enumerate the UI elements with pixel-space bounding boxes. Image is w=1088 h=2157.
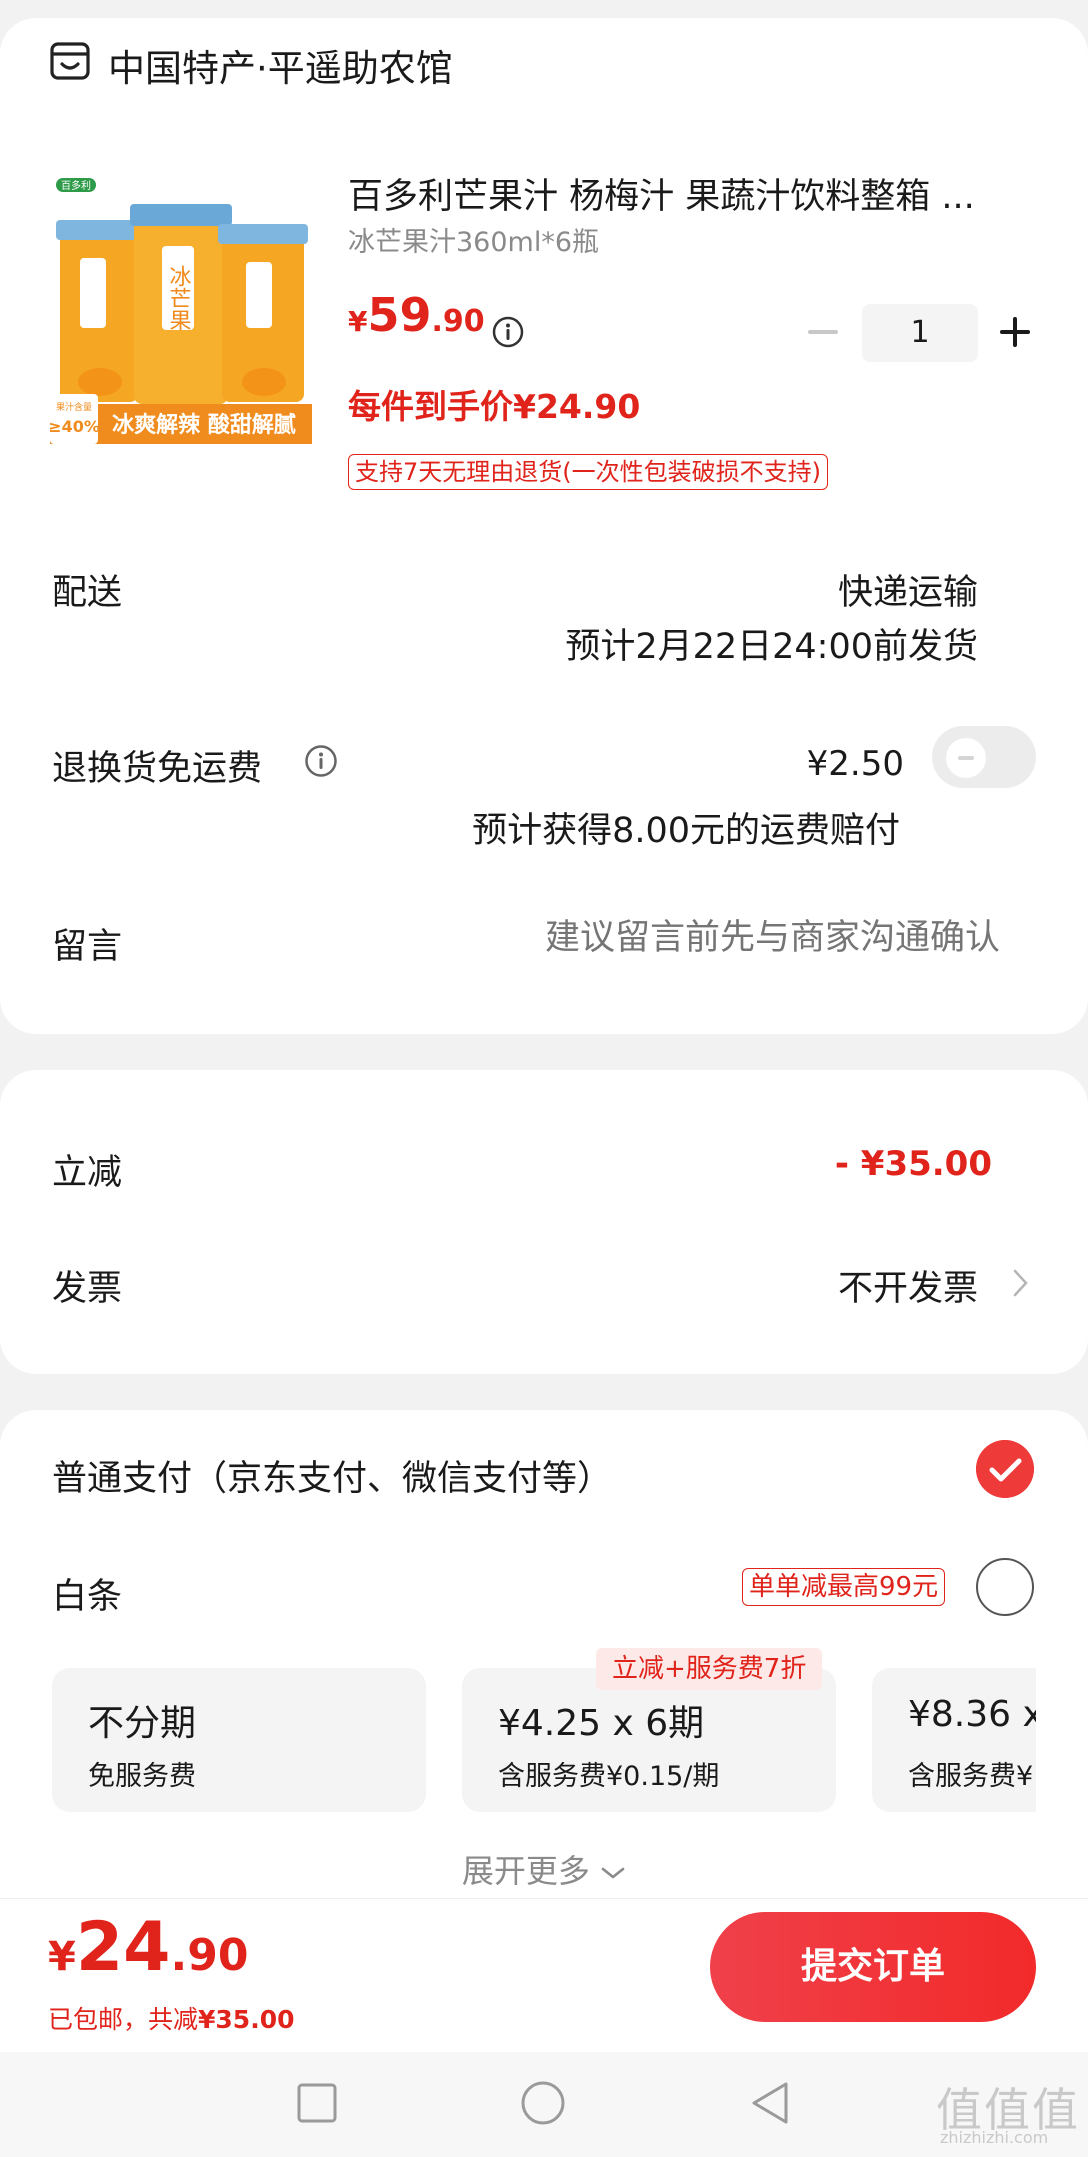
invoice-value[interactable]: 不开发票 [838,1260,978,1311]
shipping-label: 配送 [52,573,123,613]
return-info-icon[interactable] [304,744,338,778]
total-currency: ¥ [48,1934,76,1980]
increase-quantity-button[interactable] [998,314,1032,350]
installment-option[interactable]: 不分期 免服务费 [52,1668,426,1812]
return-policy-tag: 支持7天无理由退货(一次性包装破损不支持) [348,454,828,490]
discount-value[interactable]: - ¥35.00 [835,1144,992,1184]
recents-icon[interactable] [296,2082,338,2124]
discount-card [0,1070,1088,1374]
message-input[interactable] [400,918,1000,958]
shipping-note-amount: ¥35.00 [198,2005,295,2034]
product-spec[interactable]: 冰芒果汁360ml*6瓶 [348,220,599,259]
installment-title: ¥4.25 x 6期 [498,1703,705,1744]
message-label: 留言 [52,927,123,967]
product-price: ¥59.90 [348,288,485,342]
watermark-url: zhizhizhi.com [940,2128,1049,2147]
invoice-label: 发票 [52,1269,123,1309]
chevron-down-icon [601,1867,625,1879]
submit-order-button[interactable]: 提交订单 [710,1912,1036,2022]
shipping-note-text: 已包邮，共减 [48,2005,199,2034]
baitiao-promo-tag: 单单减最高99元 [742,1568,946,1606]
checked-icon[interactable] [976,1440,1034,1498]
installment-title: ¥8.36 x [908,1694,1036,1735]
price-info-icon[interactable] [492,316,524,348]
juice-content-value: ≥40% [50,417,100,436]
installment-fee: 含服务费¥ [908,1761,1034,1792]
discount-label: 立减 [52,1153,123,1193]
installment-title: 不分期 [88,1703,197,1744]
price-currency: ¥ [348,305,368,338]
chevron-right-icon[interactable] [1012,1266,1030,1300]
home-icon[interactable] [520,2080,566,2126]
final-price: 每件到手价¥24.90 [348,387,641,426]
total-price: ¥24.90 [48,1908,248,1987]
installment-option[interactable]: ¥8.36 x 含服务费¥ [872,1668,1036,1812]
bottle-label-text: 冰芒果 [166,265,192,331]
total-integer: 24 [75,1908,171,1987]
price-decimal: .90 [431,304,485,339]
quantity-value[interactable]: 1 [862,304,978,362]
shipping-method[interactable]: 快递运输 [838,564,978,615]
expand-more-button[interactable]: 展开更多 [0,1846,1088,1892]
baitiao-radio[interactable] [976,1558,1034,1616]
shipping-date: 预计2月22日24:00前发货 [565,627,978,667]
return-shipping-label: 退换货免运费 [52,749,263,789]
total-decimal: .90 [170,1930,249,1981]
price-integer: 59 [367,288,432,342]
brand-text: 百多利 [61,179,91,192]
decrease-quantity-button[interactable] [806,314,840,350]
shop-name[interactable]: 中国特产·平遥助农馆 [108,38,453,92]
installment-promo-badge: 立减+服务费7折 [596,1648,823,1690]
back-icon[interactable] [748,2080,792,2126]
product-title[interactable]: 百多利芒果汁 杨梅汁 果蔬汁饮料整箱 ... [348,168,1028,219]
return-compensation: 预计获得8.00元的运费赔付 [472,811,900,851]
expand-more-label: 展开更多 [461,1852,590,1890]
installment-fee: 免服务费 [88,1761,196,1792]
normal-payment-label[interactable]: 普通支付（京东支付、微信支付等） [52,1450,612,1501]
product-image[interactable]: 百多利 冰芒果 果汁含量 ≥40% 冰爽解辣 酸甜解腻 [50,168,312,444]
store-icon [50,42,90,80]
baitiao-label[interactable]: 白条 [52,1568,122,1619]
toggle-knob [946,738,986,778]
installment-fee: 含服务费¥0.15/期 [498,1761,720,1792]
slogan-text: 冰爽解辣 酸甜解腻 [112,412,296,438]
juice-content-label: 果汁含量 [56,401,92,413]
shipping-note: 已包邮，共减¥35.00 [48,2000,295,2036]
return-shipping-price: ¥2.50 [806,744,904,784]
